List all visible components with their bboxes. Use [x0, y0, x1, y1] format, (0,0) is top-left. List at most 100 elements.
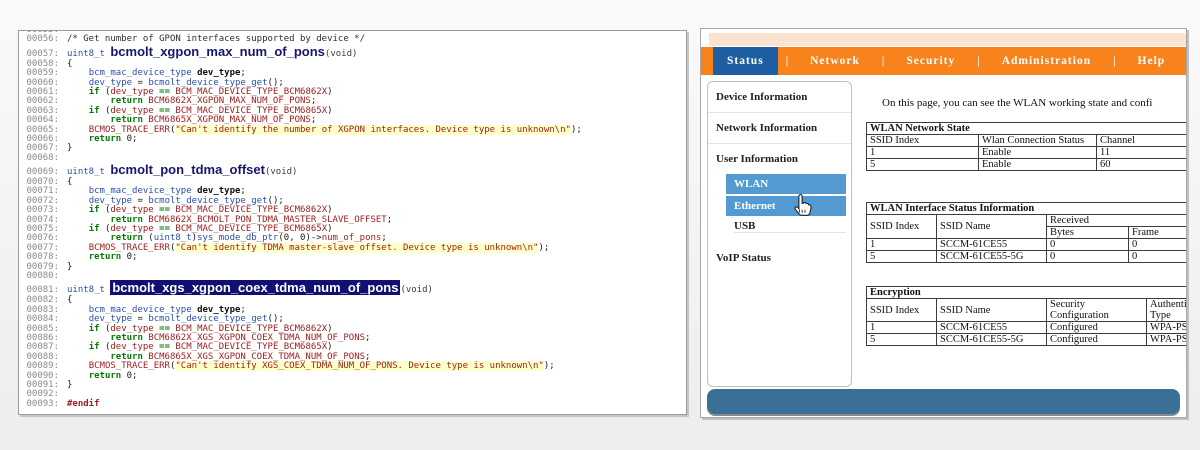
cursor-hand-icon — [791, 193, 815, 219]
code-line: 00076: return (uint8_t)sys_mode_db_ptr(0… — [23, 233, 686, 242]
sidebar-item-network-information[interactable]: Network Information — [708, 113, 851, 144]
tab-security[interactable]: Security — [892, 47, 969, 75]
code-token: "Can't identify XGS_COEX_TDMA_NUM_OF_PON… — [175, 361, 543, 371]
code-token: (0, 0)-> — [278, 233, 321, 243]
code-line: 00081:uint8_t bcmolt_xgs_xgpon_coex_tdma… — [23, 280, 686, 295]
wlan-interface-status-table: WLAN Interface Status Information SSID I… — [866, 202, 1186, 263]
table-cell: WPA-PSK/W — [1147, 322, 1187, 334]
code-line: 00072: dev_type = bcmolt_device_type_get… — [23, 196, 686, 205]
tab-help[interactable]: Help — [1124, 47, 1180, 75]
code-token: return — [89, 134, 122, 144]
code-line: 00061: if (dev_type == BCM_MAC_DEVICE_TY… — [23, 87, 686, 96]
code-token: ) — [327, 87, 332, 97]
code-token: (void) — [265, 167, 298, 177]
header-strip — [709, 33, 1186, 46]
table-cell: 11 — [1097, 147, 1187, 159]
table-cell: 0 — [1129, 239, 1187, 251]
desktop: 00055:00056:/* Get number of GPON interf… — [0, 0, 1200, 450]
code-token: return — [89, 371, 122, 381]
sidebar-item-voip-status[interactable]: VoIP Status — [708, 243, 851, 273]
table-row: 5SCCM-61CE55-5GConfiguredWPA-PSK/W — [867, 334, 1187, 346]
code-token: ); — [538, 243, 549, 253]
tab-administration[interactable]: Administration — [988, 47, 1105, 75]
code-line: 00059: bcm_mac_device_type dev_type; — [23, 68, 686, 77]
code-line: 00089: BCMOS_TRACE_ERR("Can't identify X… — [23, 361, 686, 370]
code-line: 00090: return 0; — [23, 371, 686, 380]
line-number: 00056: — [23, 34, 59, 44]
tab-network[interactable]: Network — [796, 47, 874, 75]
table-cell: SCCM-61CE55 — [937, 239, 1047, 251]
sidebar-item-wlan[interactable]: WLAN — [726, 174, 846, 194]
column-header: Frame — [1129, 227, 1187, 239]
code-token: uint8_t — [67, 285, 110, 295]
table-title: WLAN Interface Status Information — [867, 203, 1187, 215]
line-number: 00093: — [23, 399, 59, 409]
code-line: 00074: return BCM6862X_BCMOLT_PON_TDMA_M… — [23, 215, 686, 224]
table-row: 1Enable11 — [867, 147, 1187, 159]
table-title: Encryption — [867, 287, 1187, 299]
code-line: 00077: BCMOS_TRACE_ERR("Can't identify T… — [23, 243, 686, 252]
function-name[interactable]: bcmolt_pon_tdma_offset — [110, 162, 265, 177]
table-cell: 5 — [867, 251, 937, 263]
code-line: 00062: return BCM6862X_XGPON_MAX_NUM_OF_… — [23, 96, 686, 105]
sidebar-item-device-information[interactable]: Device Information — [708, 82, 851, 113]
table-title: WLAN Network State — [867, 123, 1187, 135]
sidebar-item-usb[interactable]: USB — [734, 220, 846, 233]
code-line: 00082:{ — [23, 295, 686, 304]
tab-status[interactable]: Status — [713, 47, 778, 75]
code-line: 00060: dev_type = bcmolt_device_type_get… — [23, 78, 686, 87]
wlan-network-state-table: WLAN Network State SSID Index Wlan Conne… — [866, 122, 1186, 171]
code-line: 00086: return BCM6862X_XGS_XGPON_COEX_TD… — [23, 333, 686, 342]
code-token[interactable]: sys_mode_db_ptr — [197, 233, 278, 243]
column-header: SSID Name — [937, 299, 1047, 322]
code-token: } — [67, 262, 72, 272]
code-line: 00080: — [23, 271, 686, 280]
code-line: 00058:{ — [23, 59, 686, 68]
function-name[interactable]: bcmolt_xgpon_max_num_of_pons — [110, 44, 325, 59]
code-token: } — [67, 380, 72, 390]
code-line: 00093:#endif — [23, 399, 686, 408]
code-token: return — [89, 252, 122, 262]
code-token: "Can't identify the number of XGPON inte… — [175, 125, 571, 135]
table-cell: 0 — [1047, 251, 1129, 263]
code-token: (void) — [400, 285, 433, 295]
footer-bar — [707, 389, 1180, 414]
sidebar-item-ethernet[interactable]: Ethernet — [726, 196, 846, 216]
table-cell: 0 — [1129, 251, 1187, 263]
tab-separator: | — [1105, 47, 1123, 75]
table-row: 5SCCM-61CE55-5G00 — [867, 251, 1187, 263]
code-line: 00067:} — [23, 143, 686, 152]
code-line: 00083: bcm_mac_device_type dev_type; — [23, 305, 686, 314]
table-row: 5Enable60 — [867, 159, 1187, 171]
function-name[interactable]: bcmolt_xgs_xgpon_coex_tdma_num_of_pons — [110, 280, 400, 295]
code-line: 00079:} — [23, 262, 686, 271]
code-line: 00065: BCMOS_TRACE_ERR("Can't identify t… — [23, 125, 686, 134]
table-cell: Enable — [979, 147, 1097, 159]
table-cell: SCCM-61CE55 — [937, 322, 1047, 334]
code-line: 00063: if (dev_type == BCM_MAC_DEVICE_TY… — [23, 106, 686, 115]
code-token: ); — [571, 125, 582, 135]
table-cell: 5 — [867, 334, 937, 346]
tab-separator: | — [969, 47, 987, 75]
column-header: Bytes — [1047, 227, 1129, 239]
code-line: 00070:{ — [23, 177, 686, 186]
code-line: 00091:} — [23, 380, 686, 389]
column-header: SSID Index — [867, 299, 937, 322]
code-listing: 00055:00056:/* Get number of GPON interf… — [19, 30, 686, 408]
column-header: Channel — [1097, 135, 1187, 147]
column-header: Authentic Type — [1147, 299, 1187, 322]
table-cell: 60 — [1097, 159, 1187, 171]
code-token: ; — [387, 215, 392, 225]
main-content: On this page, you can see the WLAN worki… — [866, 81, 1186, 387]
table-row: 1SCCM-61CE5500 — [867, 239, 1187, 251]
code-line: 00057:uint8_t bcmolt_xgpon_max_num_of_po… — [23, 44, 686, 59]
code-editor-pane: 00055:00056:/* Get number of GPON interf… — [18, 30, 687, 415]
code-token: 0; — [121, 134, 137, 144]
table-cell: Configured — [1047, 322, 1147, 334]
encryption-table: Encryption SSID Index SSID Name Security… — [866, 286, 1186, 346]
table-cell: Configured — [1047, 334, 1147, 346]
code-token: uint8_t — [67, 167, 110, 177]
table-cell: 1 — [867, 322, 937, 334]
table-row: 1SCCM-61CE55ConfiguredWPA-PSK/W — [867, 322, 1187, 334]
sidebar-item-user-information[interactable]: User Information — [708, 144, 851, 174]
